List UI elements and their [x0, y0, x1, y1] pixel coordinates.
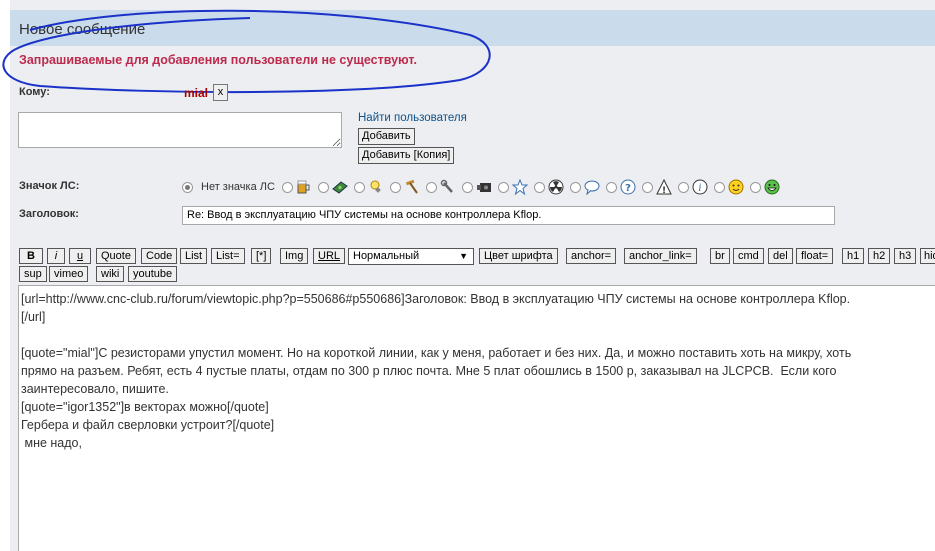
to-label: Кому: [19, 86, 50, 98]
icon-radio[interactable] [461, 181, 473, 193]
dropdown-arrow-icon: ▼ [459, 251, 468, 261]
bold-button[interactable]: B [19, 248, 43, 264]
find-user-link[interactable]: Найти пользователя [358, 112, 467, 124]
recipients-textarea[interactable] [18, 112, 342, 148]
font-size-value: Нормальный [353, 250, 420, 262]
money-icon [332, 181, 348, 194]
font-size-select[interactable]: Нормальный ▼ [348, 248, 474, 265]
icon-radio[interactable] [317, 181, 329, 193]
list-button[interactable]: List [180, 248, 208, 264]
h1-button[interactable]: h1 [842, 248, 865, 264]
list-item-button[interactable]: [*] [251, 248, 272, 264]
grin-icon [764, 179, 780, 195]
svg-text:i: i [698, 183, 701, 194]
beer-icon [297, 180, 310, 194]
icon-radio[interactable] [605, 181, 617, 193]
svg-text:!: ! [662, 186, 666, 195]
quote-button[interactable]: Quote [96, 248, 136, 264]
icon-radio[interactable] [569, 181, 581, 193]
error-message: Запрашиваемые для добавления пользовател… [19, 53, 417, 67]
info-icon: i [692, 179, 708, 195]
icon-radio[interactable] [749, 181, 761, 193]
anchor-button[interactable]: anchor= [566, 248, 617, 264]
message-text[interactable]: [url=http://www.cnc-club.ru/forum/viewto… [21, 290, 935, 452]
youtube-button[interactable]: youtube [128, 266, 178, 282]
br-button[interactable]: br [710, 248, 730, 264]
vimeo-button[interactable]: vimeo [49, 266, 89, 282]
font-color-button[interactable]: Цвет шрифта [479, 248, 558, 264]
icon-radio[interactable] [641, 181, 653, 193]
del-button[interactable]: del [768, 248, 793, 264]
svg-text:?: ? [625, 183, 631, 194]
no-icon-label: Нет значка ЛС [201, 181, 275, 193]
no-icon-radio[interactable] [182, 181, 193, 193]
icon-radio[interactable] [713, 181, 725, 193]
cmd-button[interactable]: cmd [733, 248, 764, 264]
smile-icon [728, 179, 744, 195]
camera-icon [476, 183, 491, 192]
icon-radio[interactable] [353, 181, 365, 193]
italic-button[interactable]: i [47, 248, 65, 264]
hammer-icon [405, 179, 418, 194]
warning-icon: ! [656, 179, 672, 195]
recipient-name[interactable]: mial [184, 86, 208, 100]
add-button[interactable]: Добавить [358, 128, 415, 145]
list-equals-button[interactable]: List= [211, 248, 245, 264]
icon-radio[interactable] [677, 181, 689, 193]
icon-radio[interactable] [389, 181, 401, 193]
url-button[interactable]: URL [313, 248, 346, 264]
subject-input[interactable]: Re: Ввод в эксплуатацию ЧПУ системы на о… [182, 206, 835, 225]
lightbulb-icon [370, 180, 381, 193]
icon-radio[interactable] [281, 181, 293, 193]
hide-button[interactable]: hide [920, 248, 935, 264]
img-button[interactable]: Img [280, 248, 309, 264]
code-button[interactable]: Code [141, 248, 178, 264]
icon-label: Значок ЛС: [19, 180, 80, 192]
question-icon: ? [620, 179, 636, 195]
remove-recipient-button[interactable]: x [213, 84, 228, 101]
sup-button[interactable]: sup [19, 266, 47, 282]
speech-bubble-icon [584, 180, 600, 195]
star-icon [511, 179, 528, 195]
float-button[interactable]: float= [796, 248, 834, 264]
anchor-link-button[interactable]: anchor_link= [624, 248, 697, 264]
header-bar [10, 10, 935, 46]
subject-label: Заголовок: [19, 208, 79, 220]
icon-radio[interactable] [533, 181, 545, 193]
h2-button[interactable]: h2 [868, 248, 891, 264]
icon-options: Нет значка ЛС ? ! i [182, 178, 786, 196]
page-title: Новое сообщение [19, 21, 146, 38]
wiki-button[interactable]: wiki [96, 266, 125, 282]
radiation-icon [548, 179, 564, 195]
wrench-icon [440, 179, 453, 193]
icon-radio[interactable] [425, 181, 437, 193]
icon-radio[interactable] [497, 181, 509, 193]
add-copy-button[interactable]: Добавить [Копия] [358, 147, 455, 164]
underline-button[interactable]: u [69, 248, 91, 264]
h3-button[interactable]: h3 [894, 248, 917, 264]
